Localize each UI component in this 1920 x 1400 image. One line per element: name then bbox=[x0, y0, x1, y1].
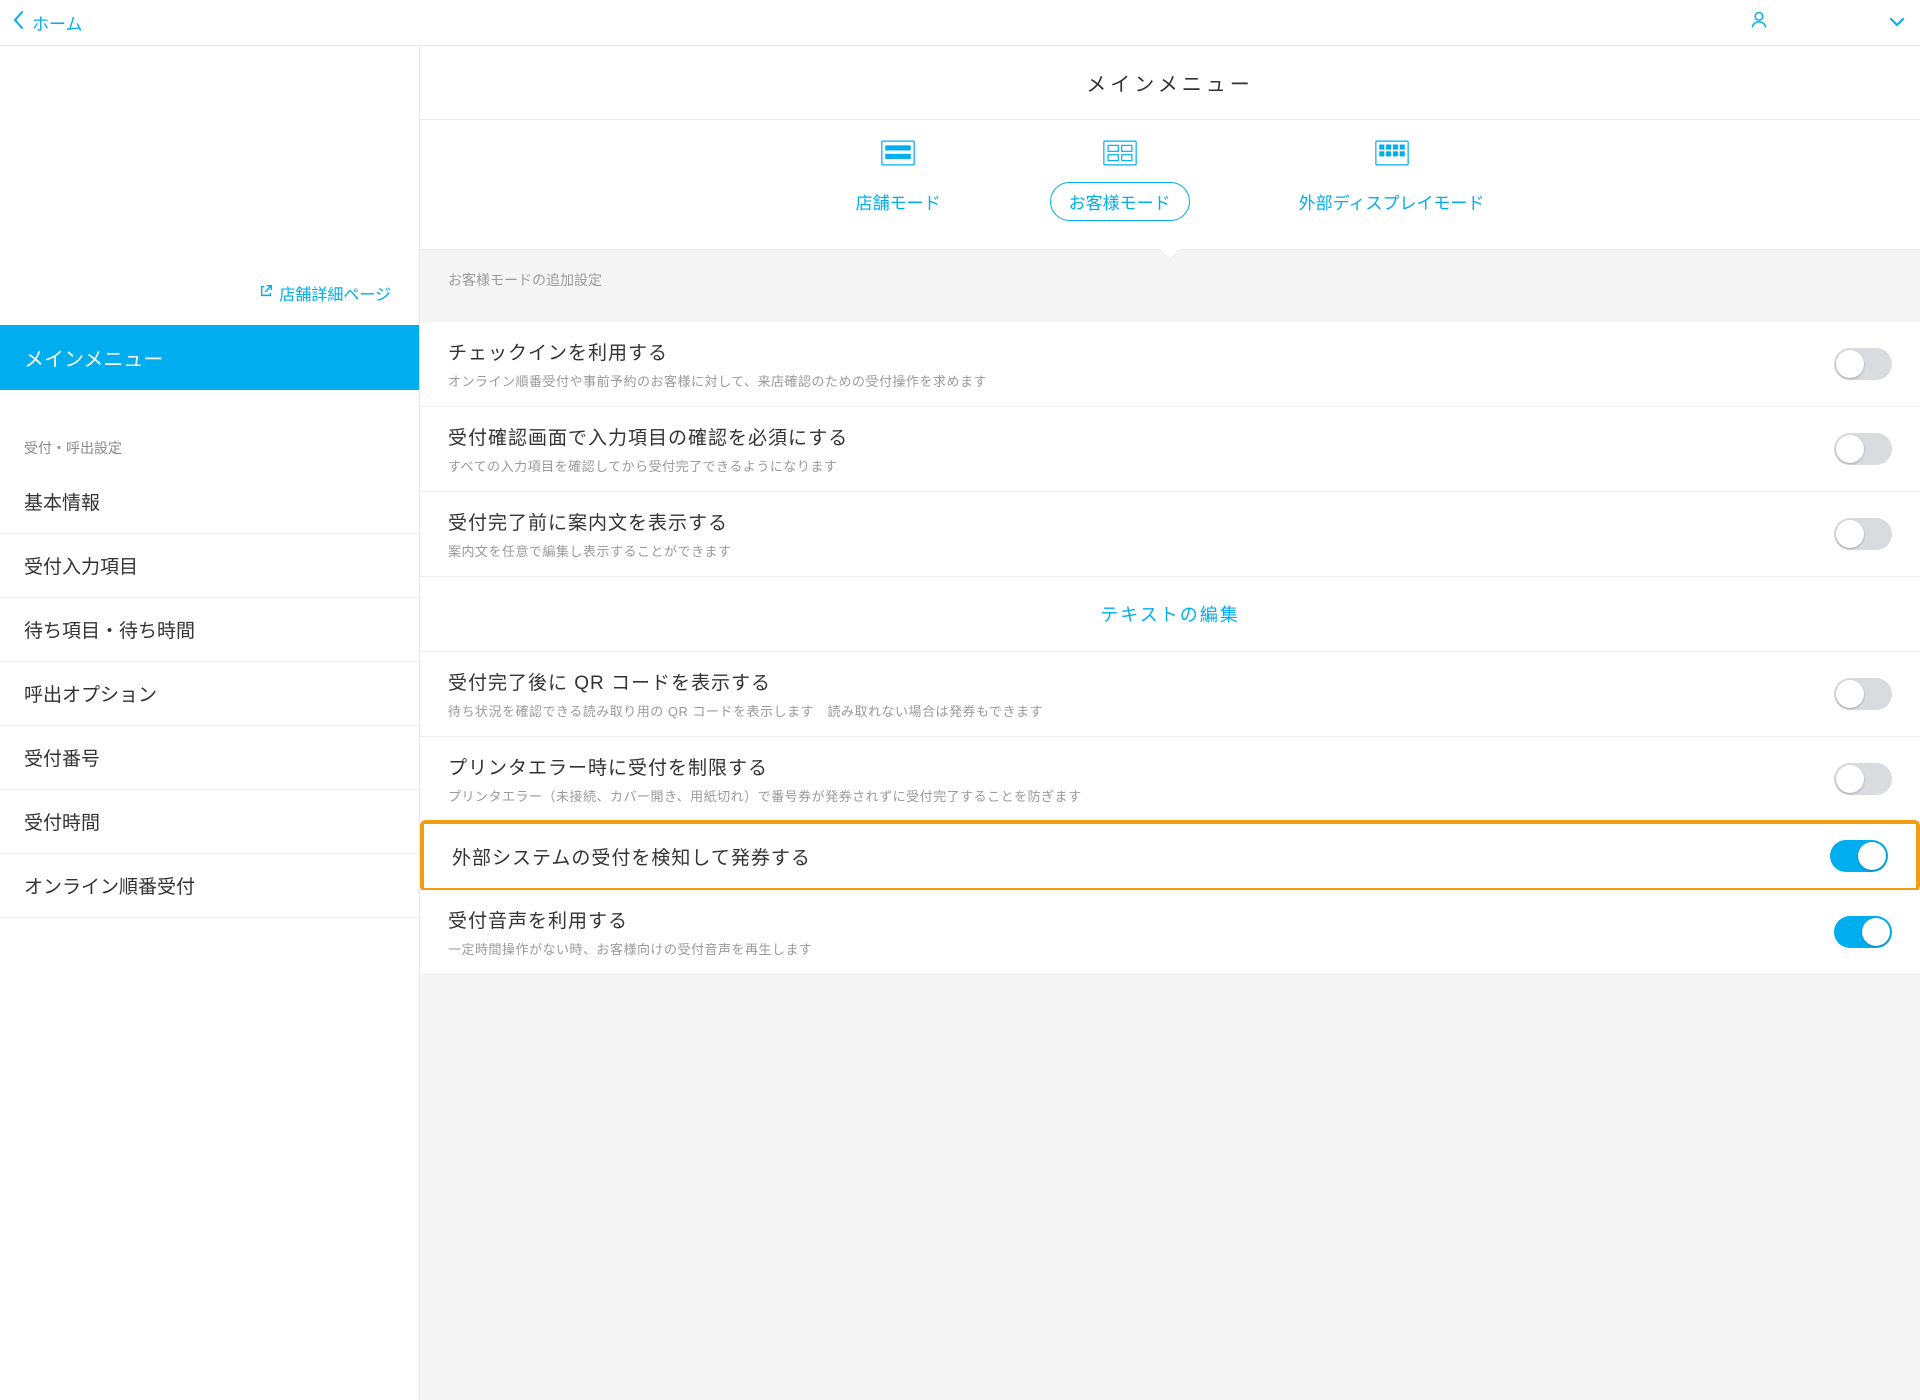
sidebar-main-menu-label: メインメニュー bbox=[24, 349, 163, 371]
chevron-left-icon bbox=[12, 10, 26, 35]
mode-tab-customer[interactable]: お客様モード bbox=[1050, 140, 1190, 221]
sidebar-item-basic-info[interactable]: 基本情報 bbox=[0, 470, 419, 534]
setting-qr-title: 受付完了後に QR コードを表示する bbox=[448, 668, 1043, 695]
topbar-right bbox=[1748, 9, 1904, 36]
external-link-icon bbox=[259, 284, 273, 303]
page-title: メインメニュー bbox=[420, 46, 1920, 120]
sidebar-item-recep-number[interactable]: 受付番号 bbox=[0, 726, 419, 790]
setting-external-detect-title: 外部システムの受付を検知して発券する bbox=[452, 843, 811, 870]
setting-external-detect: 外部システムの受付を検知して発券する bbox=[424, 824, 1916, 888]
text-edit-link[interactable]: テキストの編集 bbox=[1100, 605, 1239, 625]
customer-mode-icon bbox=[1103, 140, 1137, 166]
back-home-label: ホーム bbox=[32, 10, 83, 35]
toggle-qr[interactable] bbox=[1834, 678, 1892, 710]
mode-tab-external[interactable]: 外部ディスプレイモード bbox=[1280, 140, 1504, 221]
setting-confirm-required-title: 受付確認画面で入力項目の確認を必須にする bbox=[448, 423, 848, 450]
setting-confirm-required: 受付確認画面で入力項目の確認を必須にする すべての入力項目を確認してから受付完了… bbox=[420, 407, 1920, 492]
sidebar-item-input-fields[interactable]: 受付入力項目 bbox=[0, 534, 419, 598]
sidebar-item-call-options[interactable]: 呼出オプション bbox=[0, 662, 419, 726]
mode-tab-store[interactable]: 店舗モード bbox=[837, 140, 960, 221]
mode-tab-customer-label: お客様モード bbox=[1050, 182, 1190, 221]
toggle-checkin[interactable] bbox=[1834, 348, 1892, 380]
setting-voice: 受付音声を利用する 一定時間操作がない時、お客様向けの受付音声を再生します bbox=[420, 890, 1920, 975]
sidebar-section-label: 受付・呼出設定 bbox=[0, 390, 419, 470]
setting-qr: 受付完了後に QR コードを表示する 待ち状況を確認できる読み取り用の QR コ… bbox=[420, 652, 1920, 737]
store-detail-link[interactable]: 店舗詳細ページ bbox=[0, 281, 419, 325]
main: メインメニュー 店舗モード お客様モード bbox=[420, 46, 1920, 1400]
toggle-pre-guide[interactable] bbox=[1834, 518, 1892, 550]
setting-printer-error-title: プリンタエラー時に受付を制限する bbox=[448, 753, 1082, 780]
setting-qr-desc: 待ち状況を確認できる読み取り用の QR コードを表示します 読み取れない場合は発… bbox=[448, 701, 1043, 720]
setting-checkin-title: チェックインを利用する bbox=[448, 338, 987, 365]
external-display-mode-icon bbox=[1375, 140, 1409, 166]
sidebar: 店舗詳細ページ メインメニュー 受付・呼出設定 基本情報 受付入力項目 待ち項目… bbox=[0, 46, 420, 1400]
toggle-voice[interactable] bbox=[1834, 916, 1892, 948]
toggle-printer-error[interactable] bbox=[1834, 763, 1892, 795]
sidebar-main-menu[interactable]: メインメニュー bbox=[0, 325, 419, 390]
toggle-confirm-required[interactable] bbox=[1834, 433, 1892, 465]
chevron-down-icon[interactable] bbox=[1890, 14, 1904, 32]
sidebar-item-recep-time[interactable]: 受付時間 bbox=[0, 790, 419, 854]
setting-pre-guide-desc: 案内文を任意で編集し表示することができます bbox=[448, 541, 732, 560]
mode-tabs: 店舗モード お客様モード 外部ディスプレイモード bbox=[420, 120, 1920, 250]
user-icon[interactable] bbox=[1748, 9, 1770, 36]
mode-tab-store-label: 店舗モード bbox=[837, 182, 960, 221]
setting-pre-guide: 受付完了前に案内文を表示する 案内文を任意で編集し表示することができます bbox=[420, 492, 1920, 577]
setting-checkin: チェックインを利用する オンライン順番受付や事前予約のお客様に対して、来店確認の… bbox=[420, 322, 1920, 407]
sidebar-item-online-queue[interactable]: オンライン順番受付 bbox=[0, 854, 419, 918]
sidebar-list: 基本情報 受付入力項目 待ち項目・待ち時間 呼出オプション 受付番号 受付時間 … bbox=[0, 470, 419, 918]
setting-printer-error: プリンタエラー時に受付を制限する プリンタエラー（未接続、カバー開き、用紙切れ）… bbox=[420, 737, 1920, 822]
setting-confirm-required-desc: すべての入力項目を確認してから受付完了できるようになります bbox=[448, 456, 848, 475]
store-mode-icon bbox=[881, 140, 915, 166]
topbar: ホーム bbox=[0, 0, 1920, 46]
text-edit-link-row: テキストの編集 bbox=[420, 577, 1920, 652]
settings-panel: チェックインを利用する オンライン順番受付や事前予約のお客様に対して、来店確認の… bbox=[420, 322, 1920, 975]
setting-checkin-desc: オンライン順番受付や事前予約のお客様に対して、来店確認のための受付操作を求めます bbox=[448, 371, 987, 390]
sidebar-blank bbox=[0, 46, 419, 281]
setting-voice-title: 受付音声を利用する bbox=[448, 906, 813, 933]
setting-voice-desc: 一定時間操作がない時、お客様向けの受付音声を再生します bbox=[448, 939, 813, 958]
store-detail-link-label: 店舗詳細ページ bbox=[279, 281, 391, 305]
highlighted-external-detect: 外部システムの受付を検知して発券する bbox=[420, 820, 1920, 892]
mode-tab-external-label: 外部ディスプレイモード bbox=[1280, 182, 1504, 221]
setting-printer-error-desc: プリンタエラー（未接続、カバー開き、用紙切れ）で番号券が発券されずに受付完了する… bbox=[448, 786, 1082, 805]
toggle-external-detect[interactable] bbox=[1830, 840, 1888, 872]
setting-pre-guide-title: 受付完了前に案内文を表示する bbox=[448, 508, 732, 535]
back-home-link[interactable]: ホーム bbox=[12, 10, 83, 35]
sidebar-item-wait-items[interactable]: 待ち項目・待ち時間 bbox=[0, 598, 419, 662]
